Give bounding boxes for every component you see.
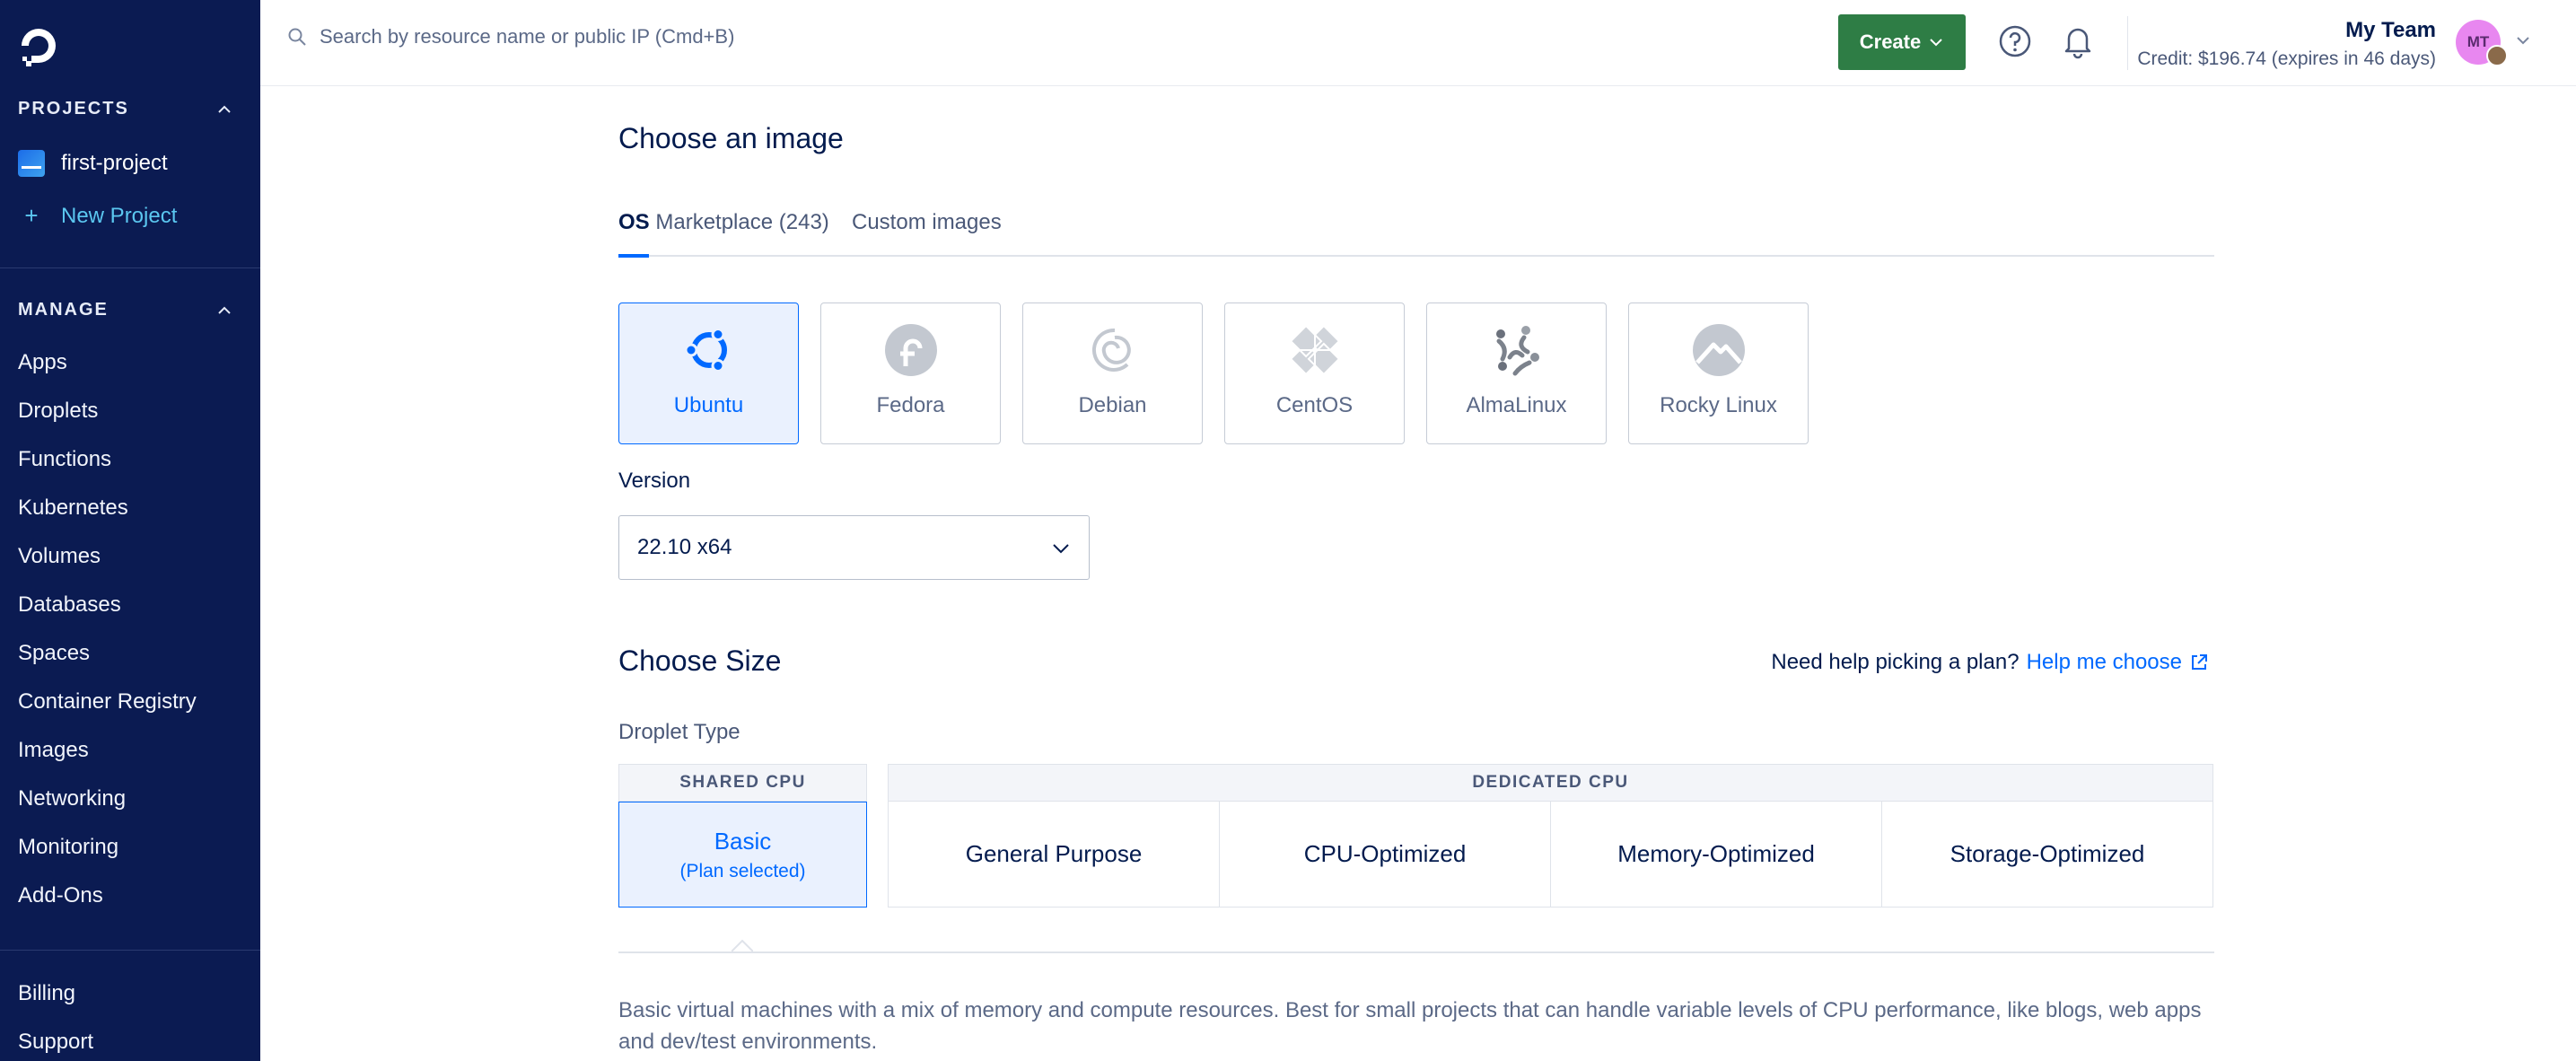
sidebar-divider: [0, 950, 260, 951]
sidebar-item-monitoring[interactable]: Monitoring: [18, 835, 118, 860]
plan-storage-optimized[interactable]: Storage-Optimized: [1882, 802, 2212, 907]
rocky-linux-icon: [1692, 324, 1745, 376]
os-label: AlmaLinux: [1466, 393, 1567, 417]
sidebar-divider: [0, 267, 260, 268]
debian-icon: [1091, 328, 1131, 372]
create-label: Create: [1859, 31, 1922, 53]
create-button[interactable]: Create: [1838, 14, 1966, 70]
projects-heading-label: PROJECTS: [18, 99, 129, 118]
sidebar-item-billing[interactable]: Billing: [18, 981, 75, 1006]
os-option-ubuntu[interactable]: Ubuntu: [618, 303, 799, 444]
sidebar-item-spaces[interactable]: Spaces: [18, 641, 90, 666]
tab-os-label: OS: [618, 210, 650, 234]
sidebar-item-functions[interactable]: Functions: [18, 447, 111, 472]
chevron-down-icon[interactable]: [2515, 32, 2531, 48]
os-label: Ubuntu: [673, 393, 744, 417]
sidebar-item-kubernetes[interactable]: Kubernetes: [18, 495, 128, 521]
version-value: 22.10 x64: [637, 535, 732, 559]
search-icon: [288, 28, 306, 46]
centos-icon: [1289, 324, 1340, 376]
projects-section-heading[interactable]: PROJECTS: [18, 99, 233, 119]
os-options: Ubuntu Fedora Debian CentOS AlmaLinux Ro…: [618, 303, 1809, 444]
sidebar-item-databases[interactable]: Databases: [18, 592, 121, 618]
dedicated-cpu-heading: DEDICATED CPU: [888, 764, 2213, 802]
plan-description: Basic virtual machines with a mix of mem…: [618, 998, 2202, 1054]
sidebar-item-volumes[interactable]: Volumes: [18, 544, 101, 569]
help-me-choose-link[interactable]: Help me choose: [2027, 650, 2182, 675]
version-select[interactable]: 22.10 x64: [618, 515, 1090, 580]
chevron-up-icon[interactable]: [215, 101, 233, 118]
basic-label: Basic: [714, 827, 772, 855]
os-option-fedora[interactable]: Fedora: [820, 303, 1001, 444]
os-option-debian[interactable]: Debian: [1022, 303, 1203, 444]
team-info[interactable]: My Team Credit: $196.74 (expires in 46 d…: [2137, 18, 2436, 70]
choose-size-title: Choose Size: [618, 644, 782, 677]
sidebar: PROJECTS first-project + New Project MAN…: [0, 0, 260, 1061]
sidebar-item-first-project[interactable]: first-project: [18, 150, 168, 177]
plus-icon: +: [24, 202, 39, 229]
ubuntu-icon: [684, 328, 727, 373]
description-divider: [618, 951, 2214, 953]
help-icon[interactable]: [1998, 24, 2032, 58]
almalinux-icon: [1495, 326, 1539, 376]
tab-custom-images[interactable]: Custom images: [852, 210, 1002, 235]
os-label: Fedora: [876, 393, 945, 417]
external-link-icon[interactable]: [2189, 653, 2209, 672]
os-option-almalinux[interactable]: AlmaLinux: [1426, 303, 1607, 444]
chevron-up-icon[interactable]: [215, 302, 233, 320]
manage-heading-label: MANAGE: [18, 300, 109, 320]
search-input[interactable]: [320, 25, 1038, 48]
new-project-link[interactable]: + New Project: [18, 202, 177, 230]
choose-image-title: Choose an image: [618, 122, 844, 154]
os-option-rocky-linux[interactable]: Rocky Linux: [1628, 303, 1809, 444]
os-label: CentOS: [1275, 393, 1354, 417]
version-label: Version: [618, 469, 691, 493]
sidebar-item-networking[interactable]: Networking: [18, 786, 126, 811]
sidebar-item-add-ons[interactable]: Add-Ons: [18, 883, 103, 908]
dedicated-options: General Purpose CPU-Optimized Memory-Opt…: [888, 802, 2213, 908]
credit-text: Credit: $196.74 (expires in 46 days): [2137, 48, 2436, 69]
bell-icon[interactable]: [2061, 23, 2095, 59]
droplet-type-label: Droplet Type: [618, 720, 740, 744]
sidebar-item-images[interactable]: Images: [18, 738, 89, 763]
user-avatar-badge: [2486, 45, 2508, 66]
topbar-divider: [2127, 16, 2128, 70]
new-project-label: New Project: [61, 203, 178, 228]
plan-general-purpose[interactable]: General Purpose: [889, 802, 1220, 907]
plan-cpu-optimized[interactable]: CPU-Optimized: [1220, 802, 1551, 907]
shared-cpu-heading: SHARED CPU: [618, 764, 867, 802]
project-icon: [18, 150, 45, 177]
plan-basic[interactable]: Basic (Plan selected): [618, 802, 867, 908]
os-label: Rocky Linux: [1660, 393, 1777, 417]
tab-marketplace-label: Marketplace (243): [655, 210, 829, 234]
search-bar: [287, 25, 1038, 48]
os-label: Debian: [1078, 393, 1147, 417]
plan-memory-optimized[interactable]: Memory-Optimized: [1551, 802, 1882, 907]
sidebar-item-support[interactable]: Support: [18, 1030, 93, 1055]
chevron-down-icon: [1930, 39, 1942, 47]
project-label: first-project: [61, 151, 168, 175]
digitalocean-logo-icon[interactable]: [18, 25, 59, 68]
top-bar: Create My Team Credit: $196.74 (expires …: [260, 0, 2576, 86]
tab-os-marketplace[interactable]: OS Marketplace (243): [618, 210, 829, 235]
os-option-centos[interactable]: CentOS: [1224, 303, 1405, 444]
image-tabs: OS Marketplace (243) Custom images: [618, 210, 2214, 258]
caret-pointer-icon: [732, 939, 753, 952]
team-name: My Team: [2345, 18, 2436, 42]
active-tab-indicator: [618, 254, 649, 258]
sidebar-item-apps[interactable]: Apps: [18, 350, 67, 375]
manage-section-heading[interactable]: MANAGE: [18, 300, 233, 320]
plan-selected-label: (Plan selected): [679, 860, 806, 881]
fedora-icon: [884, 324, 937, 376]
help-text: Need help picking a plan?: [1771, 650, 2020, 674]
sidebar-item-container-registry[interactable]: Container Registry: [18, 689, 197, 715]
sidebar-item-droplets[interactable]: Droplets: [18, 399, 98, 424]
help-plan: Need help picking a plan? Help me choose: [1771, 650, 2209, 675]
chevron-down-icon: [1053, 544, 1069, 554]
